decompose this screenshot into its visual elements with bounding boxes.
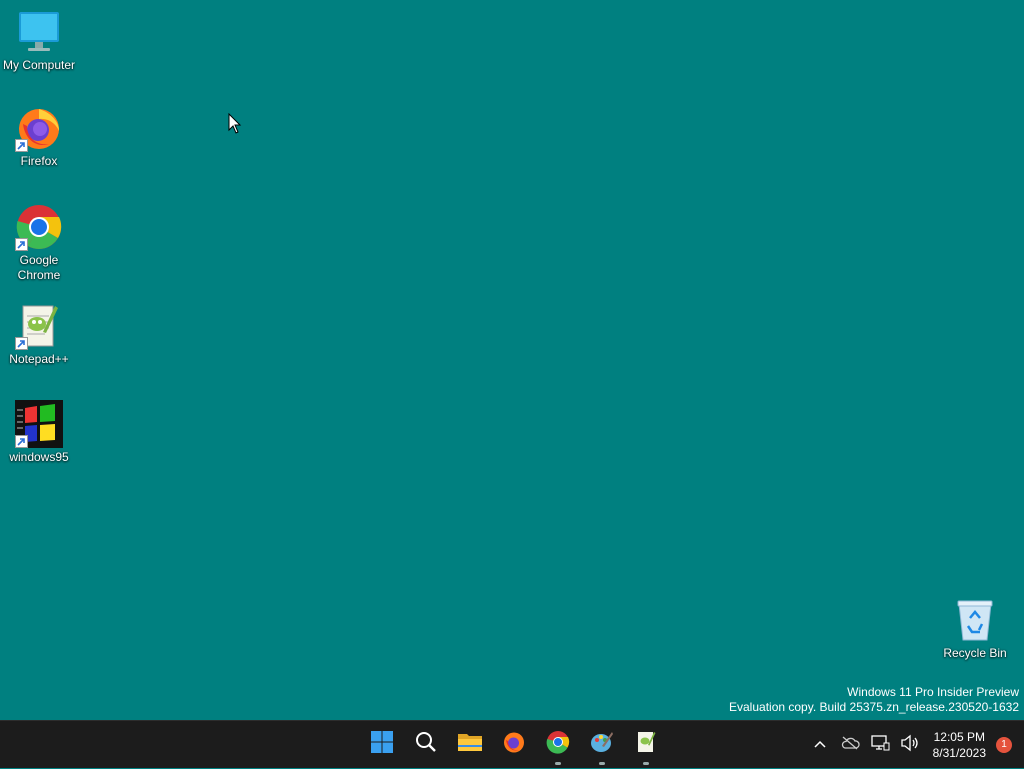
- folder-icon: [457, 730, 483, 759]
- desktop[interactable]: My Computer Firefox Google Chrome Notepa…: [0, 0, 1024, 720]
- network-icon: [870, 734, 890, 757]
- shortcut-arrow-icon: [15, 435, 28, 448]
- shortcut-arrow-icon: [15, 337, 28, 350]
- desktop-icon-label: My Computer: [2, 58, 76, 72]
- recycle-bin-icon: [951, 596, 999, 644]
- speaker-icon: [900, 734, 920, 757]
- paint-icon: [590, 730, 614, 759]
- desktop-icon-label: windows95: [9, 450, 69, 464]
- desktop-icon-recycle-bin[interactable]: Recycle Bin: [937, 596, 1013, 661]
- volume-button[interactable]: [898, 733, 922, 757]
- notepad-plus-plus-icon: [15, 302, 63, 350]
- chrome-button[interactable]: [538, 724, 578, 765]
- notepad-plus-plus-button[interactable]: [626, 724, 666, 765]
- search-icon: [414, 730, 438, 759]
- taskbar-apps: [360, 721, 668, 769]
- system-tray: 12:05 PM 8/31/2023 1: [805, 721, 1024, 769]
- mouse-pointer-icon: [228, 112, 242, 140]
- windows-start-icon: [370, 730, 394, 759]
- cloud-offline-icon: [840, 736, 860, 755]
- desktop-icon-my-computer[interactable]: My Computer: [1, 8, 77, 73]
- firefox-icon: [15, 104, 63, 152]
- watermark-line-1: Windows 11 Pro Insider Preview: [847, 685, 1019, 699]
- desktop-icon-label: Firefox: [20, 154, 58, 168]
- notification-badge[interactable]: 1: [996, 737, 1012, 753]
- search-button[interactable]: [406, 724, 446, 764]
- firefox-button[interactable]: [494, 724, 534, 764]
- network-button[interactable]: [868, 733, 892, 757]
- chrome-icon: [546, 730, 570, 759]
- monitor-icon: [15, 8, 63, 56]
- show-hidden-icons-button[interactable]: [808, 733, 832, 757]
- desktop-icon-label: Recycle Bin: [943, 646, 1007, 660]
- desktop-icon-label: Google Chrome: [17, 253, 61, 282]
- start-button[interactable]: [362, 724, 402, 764]
- firefox-icon: [502, 730, 526, 759]
- chevron-up-icon: [813, 736, 827, 754]
- clock[interactable]: 12:05 PM 8/31/2023: [933, 729, 986, 761]
- desktop-icon-notepad-plus-plus[interactable]: Notepad++: [1, 302, 77, 367]
- desktop-icon-google-chrome[interactable]: Google Chrome: [1, 203, 77, 283]
- file-explorer-button[interactable]: [450, 724, 490, 764]
- desktop-icon-firefox[interactable]: Firefox: [1, 104, 77, 169]
- clock-time: 12:05 PM: [933, 730, 985, 744]
- chrome-icon: [15, 203, 63, 251]
- paint-button[interactable]: [582, 724, 622, 765]
- taskbar: 12:05 PM 8/31/2023 1: [0, 720, 1024, 768]
- watermark-line-2: Evaluation copy. Build 25375.zn_release.…: [729, 700, 1019, 714]
- shortcut-arrow-icon: [15, 238, 28, 251]
- windows95-icon: [15, 400, 63, 448]
- windows-evaluation-watermark: Windows 11 Pro Insider Preview Evaluatio…: [729, 685, 1019, 715]
- onedrive-button[interactable]: [838, 733, 862, 757]
- desktop-icon-windows95[interactable]: windows95: [1, 400, 77, 465]
- desktop-icon-label: Notepad++: [9, 352, 69, 366]
- shortcut-arrow-icon: [15, 139, 28, 152]
- notepad-plus-plus-icon: [634, 730, 658, 759]
- clock-date: 8/31/2023: [932, 746, 986, 760]
